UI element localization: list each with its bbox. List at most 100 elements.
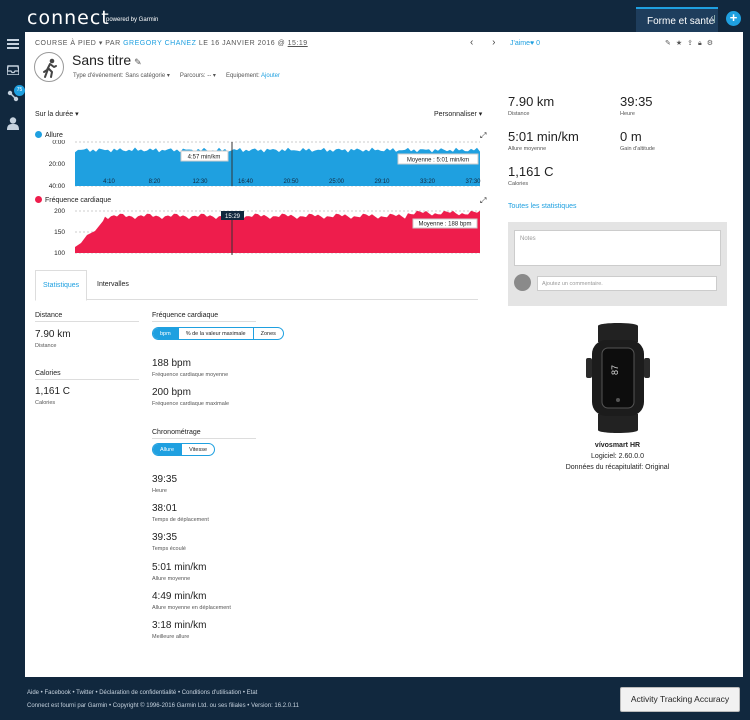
calories-value: 1,161 C (35, 386, 71, 397)
date-text: LE 16 JANVIER 2016 @ (198, 40, 286, 47)
range-select-label: Sur la durée (35, 111, 74, 118)
pace-chart[interactable]: 0:00 20:00 40:00 4:10 8:20 12:30 16:40 20:50 25… (25, 140, 495, 190)
comment-input[interactable]: Ajoutez un commentaire. (537, 276, 717, 291)
notes-textarea[interactable]: Notes (514, 230, 721, 266)
timing-heading: Chronométrage (152, 429, 256, 439)
by-prefix: PAR (105, 40, 121, 47)
profile-icon[interactable] (7, 117, 19, 130)
activity-type[interactable]: COURSE À PIED (35, 40, 96, 47)
timing-label: Heure (152, 488, 167, 494)
pace-x-tick: 25:00 (329, 179, 345, 185)
device-summary: Données du récapitulatif: Original (565, 464, 670, 471)
summary-value: 7.90 km (508, 94, 555, 109)
tab-forme-et-sante[interactable]: Forme et santé (636, 7, 718, 32)
summary-label: Gain d'altitude (620, 146, 655, 152)
distance-heading: Distance (35, 312, 139, 322)
pace-x-tick: 8:20 (149, 179, 161, 185)
toggle-vitesse[interactable]: Vitesse (182, 444, 214, 455)
summary-label: Allure moyenne (508, 146, 547, 152)
customize-label: Personnaliser (434, 111, 477, 118)
hr-chart[interactable]: 200 150 100 15:29 Moyenne : 188 bpm (25, 207, 495, 259)
calories-heading: Calories (35, 370, 139, 380)
activity-card: COURSE À PIED ▾ PAR GREGORY CHANEZ LE 16… (25, 32, 743, 677)
all-stats-link[interactable]: Toutes les statistiques (508, 203, 576, 210)
hr-unit-toggle: bpm % de la valeur maximale Zones (152, 327, 284, 340)
next-activity-icon[interactable]: › (492, 37, 495, 48)
logo-subtitle: powered by Garmin (106, 17, 159, 23)
summary-value: 0 m (620, 129, 642, 144)
activity-title-text[interactable]: Sans titre (72, 52, 131, 68)
distance-value: 7.90 km (35, 329, 71, 340)
expand-icon[interactable]: ⤢ (480, 196, 486, 206)
device-image: 87 (586, 323, 650, 433)
breadcrumb: COURSE À PIED ▾ PAR GREGORY CHANEZ LE 16… (35, 39, 308, 47)
route-label: Parcours: (179, 73, 206, 79)
range-select[interactable]: Sur la durée ▾ (35, 110, 79, 118)
hr-average: Moyenne : 188 bpm (418, 222, 471, 228)
author-link[interactable]: GREGORY CHANEZ (123, 40, 196, 47)
device-name: vívosmart HR (594, 442, 641, 449)
hr-dot (35, 196, 42, 203)
pace-x-tick: 12:30 (192, 179, 208, 185)
like-label: J'aime (510, 40, 531, 47)
activity-time[interactable]: 15:19 (288, 40, 308, 47)
activity-title: Sans titre ✎ (72, 52, 142, 68)
add-equipment-link[interactable]: Ajouter (261, 73, 280, 79)
hr-area (75, 210, 480, 253)
route-select[interactable]: -- (207, 73, 211, 79)
gear-icon[interactable]: ⚙ (707, 40, 718, 47)
distance-label: Distance (35, 343, 57, 349)
timing-value: 39:35 (152, 532, 178, 543)
activity-tracking-accuracy-button[interactable]: Activity Tracking Accuracy (620, 687, 740, 712)
pace-y-tick: 40:00 (49, 183, 66, 190)
pace-cursor-value: 4:57 min/km (188, 155, 221, 161)
hr-unit-bpm[interactable]: bpm (153, 328, 179, 339)
avatar (514, 274, 531, 291)
edit-icon[interactable]: ✎ (134, 57, 142, 67)
inbox-icon[interactable] (7, 65, 19, 75)
hr-unit-zones[interactable]: Zones (254, 328, 283, 339)
timing-label: Meilleure allure (152, 634, 190, 640)
pace-dot (35, 131, 42, 138)
pace-x-tick: 4:10 (103, 179, 115, 185)
pace-x-tick: 37:30 (465, 179, 481, 185)
pace-y-tick: 20:00 (49, 161, 66, 168)
running-icon (34, 52, 64, 82)
customize-select[interactable]: Personnaliser ▾ (434, 110, 482, 118)
notes-panel: Notes Ajoutez un commentaire. (508, 222, 727, 306)
equipment-label: Equipement: (225, 73, 260, 79)
previous-activity-icon[interactable]: ‹ (470, 37, 473, 48)
tab-intervalles[interactable]: Intervalles (90, 270, 136, 300)
activity-nav: ‹ › (470, 37, 511, 48)
timing-label: Temps écoulé (152, 546, 186, 552)
summary-label: Calories (508, 181, 529, 187)
connect-logo[interactable]: connect (27, 7, 110, 29)
like-button[interactable]: J'aime♥ 0 (510, 40, 540, 47)
event-type-label: Type d'événement: (73, 73, 124, 79)
summary-label: Distance (508, 111, 530, 117)
timing-value: 3:18 min/km (152, 620, 207, 631)
summary-value: 5:01 min/km (508, 129, 579, 144)
toggle-allure[interactable]: Allure (153, 444, 183, 455)
pace-y-tick: 0:00 (52, 140, 65, 146)
menu-icon[interactable] (7, 39, 19, 49)
timing-value: 4:49 min/km (152, 591, 207, 602)
notification-badge: 75 (14, 85, 25, 96)
timing-label: Allure moyenne (152, 576, 191, 582)
add-button[interactable]: + (726, 11, 741, 26)
timing-value: 38:01 (152, 503, 178, 514)
footer-links[interactable]: Aide • Facebook • Twitter • Déclaration … (27, 690, 257, 696)
event-type-select[interactable]: Sans catégorie (125, 73, 165, 79)
tab-divider (714, 15, 715, 23)
summary-value: 39:35 (620, 94, 653, 109)
pace-x-tick: 33:20 (420, 179, 436, 185)
hr-unit-percent-max[interactable]: % de la valeur maximale (179, 328, 254, 339)
star-icon[interactable]: ★ (676, 40, 687, 47)
lock-icon[interactable]: 🔒︎ (698, 40, 707, 47)
stats-tabs: Statistiques Intervalles (35, 270, 478, 301)
edit-icon[interactable]: ✎ (665, 40, 676, 47)
pace-chart-legend: Allure (35, 131, 63, 139)
share-icon[interactable]: ⇪ (687, 40, 698, 47)
tab-statistiques[interactable]: Statistiques (35, 270, 88, 301)
hr-y-tick: 200 (54, 208, 65, 215)
